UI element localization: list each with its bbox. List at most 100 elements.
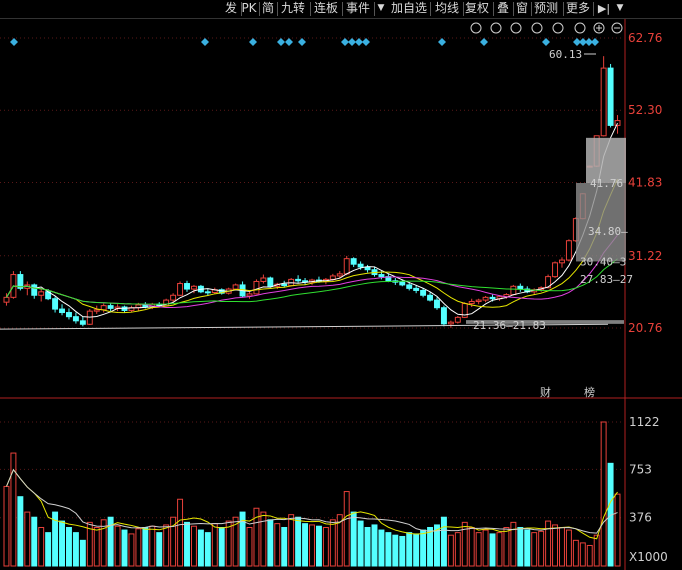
signal-diamond-marker: [362, 38, 370, 46]
price-axis-label: 62.76: [628, 31, 662, 45]
volume-bar: [552, 524, 559, 567]
volume-bar: [121, 529, 128, 567]
candle-body: [399, 281, 406, 286]
volume-ma10-line: [6, 468, 618, 534]
candle-body: [600, 67, 607, 137]
event-marker-finance: 财: [540, 385, 551, 399]
volume-bar: [59, 520, 65, 567]
volume-bar: [149, 525, 156, 567]
candle-body: [267, 277, 274, 287]
volume-axis-label: X1000: [629, 550, 668, 564]
candle-body: [468, 300, 475, 305]
volume-bar: [295, 516, 302, 567]
volume-bar: [288, 514, 295, 567]
volume-bar: [503, 526, 510, 567]
candle-body: [177, 283, 184, 296]
candle-body: [406, 284, 413, 289]
range-label: 27.83—27: [580, 273, 633, 286]
range-box: [576, 183, 626, 262]
volume-axis-label: 753: [629, 462, 652, 476]
volume-bar: [350, 511, 357, 567]
candle-body: [510, 285, 517, 296]
candle-body: [65, 312, 72, 318]
volume-bar: [559, 526, 565, 567]
volume-bar: [72, 532, 79, 567]
candle-body: [232, 284, 239, 290]
candle-body: [517, 285, 524, 290]
volume-bar: [371, 524, 378, 567]
volume-bar: [24, 511, 31, 567]
candle-body: [454, 316, 461, 323]
candle-body: [295, 278, 302, 282]
candle-body: [489, 296, 496, 300]
volume-bar: [440, 516, 447, 567]
volume-bar: [204, 532, 211, 567]
measure-icon[interactable]: [490, 22, 502, 34]
gift-icon[interactable]: [531, 22, 543, 34]
volume-bar: [128, 533, 135, 567]
signal-diamond-marker: [249, 38, 257, 46]
volume-bar: [586, 544, 593, 567]
candle-body: [427, 294, 434, 301]
volume-bar: [482, 529, 489, 567]
candle-body: [350, 258, 357, 265]
price-axis-label: 52.30: [628, 103, 662, 117]
volume-bar: [385, 532, 392, 567]
volume-bar: [211, 523, 218, 567]
candle-body: [86, 310, 93, 325]
volume-bar: [614, 493, 621, 567]
candle-body: [3, 296, 10, 303]
candle-body: [447, 321, 454, 325]
eye-icon[interactable]: [510, 22, 522, 34]
lock-icon[interactable]: [574, 22, 586, 34]
volume-bar: [177, 498, 184, 567]
candle-body: [59, 308, 65, 314]
volume-bar: [315, 525, 322, 567]
volume-bar: [156, 532, 163, 567]
volume-bar: [65, 526, 72, 567]
volume-bar: [246, 526, 253, 567]
volume-bar: [572, 539, 579, 567]
candle-body: [170, 294, 177, 301]
volume-bar: [184, 521, 190, 567]
candle-body: [552, 262, 559, 278]
signal-diamond-marker: [542, 38, 550, 46]
volume-bar: [489, 533, 496, 567]
volume-bar: [31, 516, 38, 567]
volume-axis-label: 1122: [629, 415, 660, 429]
volume-bar: [38, 526, 45, 567]
volume-bar: [496, 532, 503, 567]
volume-axis-label: 376: [629, 511, 652, 525]
zoom-in-icon[interactable]: [593, 22, 605, 34]
candle-body: [614, 120, 621, 126]
volume-bar: [593, 534, 600, 567]
volume-bar: [357, 520, 364, 567]
volume-bar: [225, 520, 232, 567]
volume-bar: [93, 526, 100, 567]
crosshair-icon[interactable]: [470, 22, 482, 34]
volume-bar: [399, 535, 406, 567]
volume-bar: [364, 526, 371, 567]
candle-body: [38, 291, 45, 296]
volume-bar: [274, 523, 281, 567]
volume-bar: [378, 529, 385, 567]
candle-body: [107, 305, 114, 309]
candle-body: [434, 299, 440, 309]
camera-icon[interactable]: [552, 22, 564, 34]
candle-body: [413, 287, 420, 291]
volume-bar: [267, 519, 274, 567]
volume-bar: [392, 534, 399, 567]
volume-bar: [447, 534, 454, 567]
volume-bar: [45, 532, 52, 567]
price-axis-label: 31.22: [628, 249, 662, 263]
stock-chart[interactable]: 62.76 52.30 41.83 31.22 20.76 1122 753 376 X1000…: [0, 0, 682, 570]
zoom-out-icon[interactable]: [611, 22, 623, 34]
volume-bar: [579, 542, 586, 567]
candle-body: [482, 296, 489, 301]
candle-body: [559, 259, 565, 264]
volume-bar: [538, 530, 545, 567]
range-label: 34.80—: [588, 225, 628, 238]
volume-bar: [309, 524, 315, 567]
candle-body: [281, 283, 288, 287]
volume-bar: [545, 520, 552, 567]
